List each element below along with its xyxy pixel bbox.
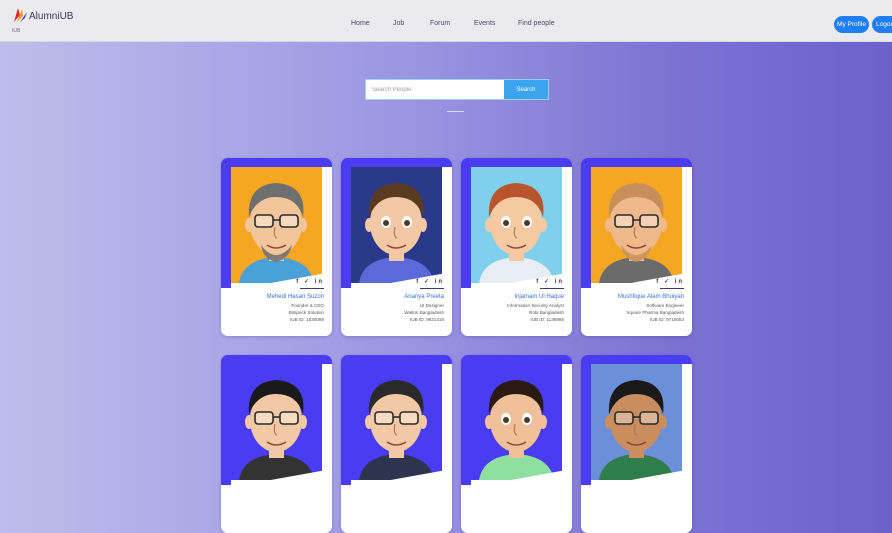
person-company: Walton Bangladesh bbox=[404, 310, 444, 315]
person-role: UI Designer bbox=[419, 303, 444, 308]
person-id: IUB ID: 1136996 bbox=[530, 317, 564, 322]
person-card[interactable] bbox=[221, 355, 332, 533]
card-side-band bbox=[341, 158, 351, 288]
social-icons[interactable]: f ✓ in bbox=[296, 278, 324, 285]
person-id: IUB ID: 9710053 bbox=[650, 317, 684, 322]
card-info: f ✓ in Mushfique Alam Bhuiyan Software E… bbox=[581, 272, 692, 336]
person-card[interactable] bbox=[341, 355, 452, 533]
logo-icon bbox=[14, 8, 27, 22]
card-top-band bbox=[341, 355, 452, 364]
person-role: Founder & CEO bbox=[291, 303, 324, 308]
card-top-band bbox=[221, 355, 332, 364]
section-divider bbox=[447, 111, 464, 112]
avatar bbox=[231, 167, 322, 283]
person-card[interactable] bbox=[581, 355, 692, 533]
person-role: Software Engineer bbox=[646, 303, 684, 308]
name-rule bbox=[420, 288, 444, 289]
card-side-band bbox=[581, 355, 591, 485]
avatar bbox=[471, 167, 562, 283]
card-side-band bbox=[461, 158, 471, 288]
search-bar: Search bbox=[365, 79, 549, 100]
brand-sub: IUB bbox=[12, 28, 21, 34]
person-company: Bitspeck Solution bbox=[288, 310, 324, 315]
nav-home[interactable]: Home bbox=[351, 20, 370, 27]
card-top-band bbox=[581, 158, 692, 167]
person-card[interactable]: f ✓ in Injamam Ul Haque Information Secu… bbox=[461, 158, 572, 336]
person-name[interactable]: Ananya Preeta bbox=[404, 294, 444, 300]
person-company: Square Pharma Bangladesh bbox=[626, 310, 684, 315]
avatar bbox=[351, 167, 442, 283]
person-company: Robi Bangladesh bbox=[529, 310, 564, 315]
card-side-band bbox=[221, 158, 231, 288]
search-input[interactable] bbox=[366, 80, 504, 99]
person-id: IUB ID: 9921318 bbox=[410, 317, 444, 322]
avatar bbox=[591, 167, 682, 283]
avatar bbox=[471, 364, 562, 480]
person-role: Information Security Analyst bbox=[507, 303, 564, 308]
person-name[interactable]: Injamam Ul Haque bbox=[514, 294, 564, 300]
card-side-band bbox=[221, 355, 231, 485]
card-side-band bbox=[581, 158, 591, 288]
nav-find-people[interactable]: Find people bbox=[518, 20, 555, 27]
person-card[interactable]: f ✓ in Mehedi Hasan Suzon Founder & CEO … bbox=[221, 158, 332, 336]
card-info: f ✓ in Ananya Preeta UI Designer Walton … bbox=[341, 272, 452, 336]
name-rule bbox=[300, 288, 324, 289]
card-info bbox=[341, 469, 452, 533]
card-info: f ✓ in Injamam Ul Haque Information Secu… bbox=[461, 272, 572, 336]
avatar bbox=[591, 364, 682, 480]
card-info bbox=[221, 469, 332, 533]
brand-name: AlumniUB bbox=[29, 11, 74, 22]
person-card[interactable] bbox=[461, 355, 572, 533]
card-top-band bbox=[581, 355, 692, 364]
card-top-band bbox=[221, 158, 332, 167]
card-info bbox=[461, 469, 572, 533]
person-card[interactable]: f ✓ in Ananya Preeta UI Designer Walton … bbox=[341, 158, 452, 336]
social-icons[interactable]: f ✓ in bbox=[656, 278, 684, 285]
nav-forum[interactable]: Forum bbox=[430, 20, 450, 27]
person-id: IUB ID: 1530089 bbox=[290, 317, 324, 322]
social-icons[interactable]: f ✓ in bbox=[416, 278, 444, 285]
my-profile-button[interactable]: My Profile bbox=[834, 16, 869, 33]
person-card[interactable]: f ✓ in Mushfique Alam Bhuiyan Software E… bbox=[581, 158, 692, 336]
card-side-band bbox=[461, 355, 471, 485]
search-button[interactable]: Search bbox=[504, 80, 548, 99]
social-icons[interactable]: f ✓ in bbox=[536, 278, 564, 285]
person-name[interactable]: Mushfique Alam Bhuiyan bbox=[618, 294, 684, 300]
nav-job[interactable]: Job bbox=[393, 20, 404, 27]
card-side-band bbox=[341, 355, 351, 485]
card-info: f ✓ in Mehedi Hasan Suzon Founder & CEO … bbox=[221, 272, 332, 336]
avatar bbox=[231, 364, 322, 480]
card-top-band bbox=[461, 355, 572, 364]
card-top-band bbox=[461, 158, 572, 167]
top-navbar: AlumniUB IUB Home Job Forum Events Find … bbox=[0, 0, 892, 42]
nav-events[interactable]: Events bbox=[474, 20, 495, 27]
person-name[interactable]: Mehedi Hasan Suzon bbox=[267, 294, 324, 300]
card-top-band bbox=[341, 158, 452, 167]
logout-button[interactable]: Logout bbox=[872, 16, 892, 33]
avatar bbox=[351, 364, 442, 480]
card-info bbox=[581, 469, 692, 533]
name-rule bbox=[540, 288, 564, 289]
name-rule bbox=[660, 288, 684, 289]
